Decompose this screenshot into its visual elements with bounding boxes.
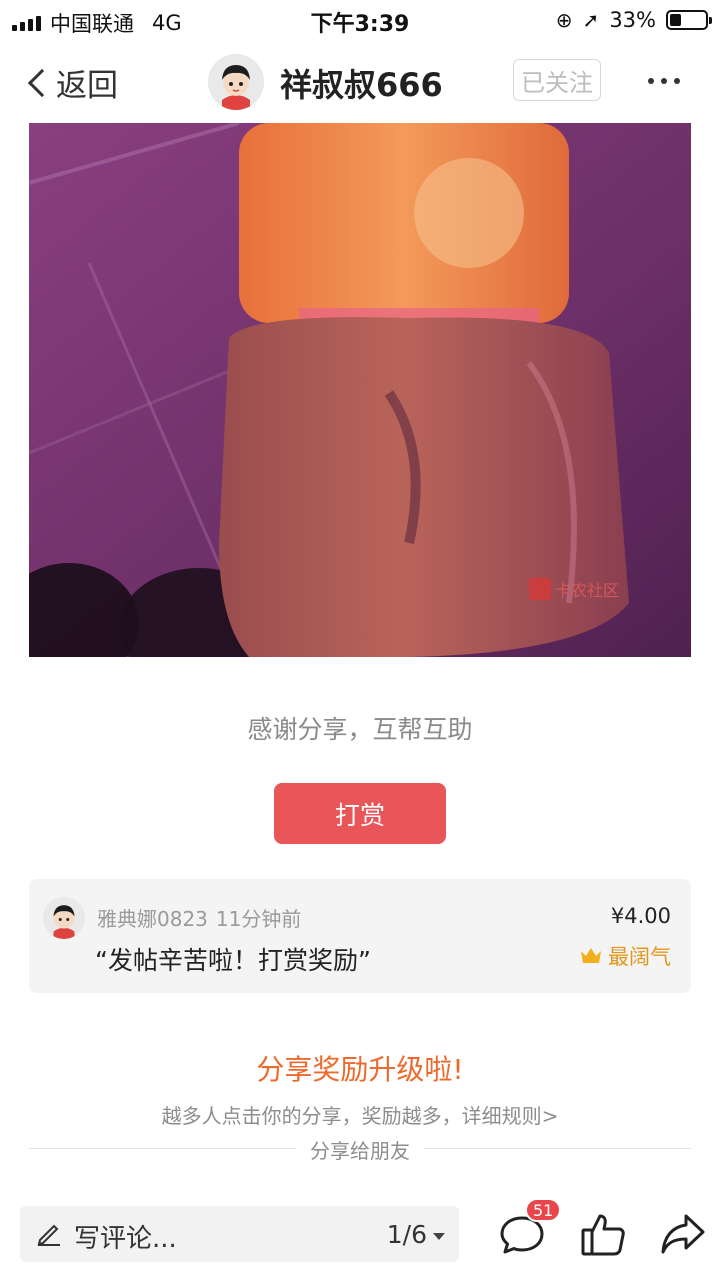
avatar-cartoon-icon — [43, 897, 85, 939]
reward-amount: ¥4.00 — [610, 904, 671, 928]
share-friends-label: 分享给朋友 — [296, 1139, 424, 1163]
thumbs-up-icon — [581, 1214, 625, 1256]
more-dot — [661, 78, 667, 84]
reward-message: “发帖辛苦啦！打赏奖励” — [95, 946, 371, 975]
battery-icon — [666, 10, 712, 30]
photo-watermark: 卡农社区 — [555, 582, 619, 600]
avatar-cartoon-icon — [208, 54, 264, 110]
comment-bubble-icon — [500, 1216, 544, 1254]
more-dot — [674, 78, 680, 84]
back-button[interactable]: 返回 — [22, 60, 118, 105]
reward-badge-label: 最阔气 — [608, 945, 671, 969]
reward-time: 11分钟前 — [215, 907, 302, 931]
bottom-bar: 写评论... 1/6 51 — [0, 1198, 720, 1280]
reward-card: 雅典娜0823 11分钟前 “发帖辛苦啦！打赏奖励” ¥4.00 最阔气 — [29, 879, 691, 993]
rewarder-avatar[interactable] — [43, 897, 85, 939]
share-rules-link[interactable]: 越多人点击你的分享，奖励越多，详细规则> — [0, 1100, 720, 1129]
chevron-left-icon — [27, 68, 57, 97]
comment-count-badge: 51 — [525, 1198, 562, 1222]
status-bar: 中国联通 4G 下午3:39 ⊕ ➚ 33% — [0, 0, 720, 40]
reward-badge: 最阔气 — [580, 941, 671, 971]
share-title: 分享奖励升级啦! — [256, 1053, 464, 1086]
battery-percent: 33% — [609, 8, 656, 32]
share-button[interactable] — [660, 1212, 706, 1256]
back-label: 返回 — [56, 68, 118, 104]
caret-down-icon — [433, 1233, 445, 1240]
tip-button[interactable]: 打赏 — [274, 783, 446, 844]
page-indicator-label: 1/6 — [386, 1220, 427, 1249]
crown-icon — [581, 948, 601, 963]
share-arrow-icon — [661, 1214, 705, 1254]
photo-drink-bottle-icon: 卡农社区 — [29, 123, 691, 657]
follow-button[interactable]: 已关注 — [513, 59, 601, 101]
orientation-lock-icon: ⊕ — [555, 8, 573, 32]
comment-placeholder: 写评论... — [74, 1224, 177, 1254]
comment-input[interactable]: 写评论... 1/6 — [20, 1206, 459, 1262]
share-friends-row: 分享给朋友 — [0, 1135, 720, 1164]
nav-bar: 返回 祥叔叔666 已关注 — [0, 40, 720, 122]
battery-level — [670, 14, 682, 26]
more-options-button[interactable] — [648, 78, 680, 84]
location-arrow-icon: ➚ — [582, 8, 600, 32]
rewarder-line: 雅典娜0823 11分钟前 — [97, 903, 301, 932]
post-photo[interactable]: 卡农社区 — [29, 123, 691, 657]
page-selector[interactable]: 1/6 — [387, 1220, 445, 1249]
pen-icon — [37, 1224, 60, 1246]
author-avatar[interactable] — [208, 54, 264, 110]
rewarder-name[interactable]: 雅典娜0823 — [97, 907, 208, 931]
like-button[interactable] — [580, 1210, 626, 1258]
author-username[interactable]: 祥叔叔666 — [280, 60, 443, 106]
post-caption: 感谢分享，互帮互助 — [247, 715, 473, 744]
more-dot — [648, 78, 654, 84]
status-right: ⊕ ➚ 33% — [555, 8, 712, 32]
